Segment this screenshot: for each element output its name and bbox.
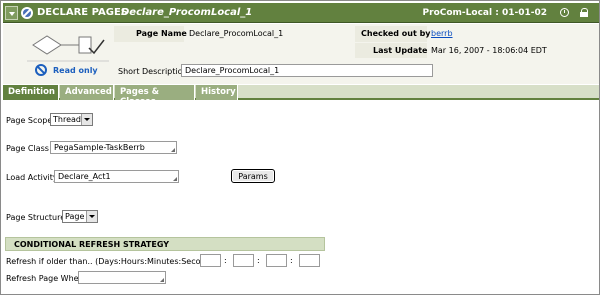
lock-icon[interactable] [580,8,589,17]
rule-header: Page Name Declare_ProcomLocal_1 Checked … [3,24,599,84]
declare-pages-icon [21,7,33,19]
rule-form-window: DECLARE PAGES Declare_ProcomLocal_1 ProC… [0,0,600,295]
refresh-seconds-input[interactable] [299,254,320,267]
page-scope-label: Page Scope [6,116,53,125]
short-description-label: Short Description [118,67,188,76]
time-separator: : [224,256,227,265]
page-class-input[interactable]: PegaSample-TaskBerrb [50,141,177,154]
params-button[interactable]: Params [231,169,275,183]
page-scope-select[interactable]: Thread [50,113,93,126]
last-update-label: Last Update [373,46,428,55]
refresh-minutes-input[interactable] [266,254,287,267]
rule-menu-dropdown-icon[interactable] [5,6,18,20]
load-activity-input[interactable]: Declare_Act1 [54,170,179,183]
page-class-label: Page Class [6,144,49,153]
page-name-value: Declare_ProcomLocal_1 [189,29,284,38]
refresh-older-than-label: Refresh if older than.. (Days:Hours:Minu… [6,257,218,266]
tab-advanced[interactable]: Advanced [60,85,114,100]
tab-definition[interactable]: Definition [3,85,59,100]
load-activity-label: Load Activity [6,173,58,182]
last-update-value: Mar 16, 2007 - 18:06:04 EDT [431,46,547,55]
ruleset-version: ProCom-Local : 01-01-02 [422,8,547,18]
checked-out-user-link[interactable]: berrb [431,29,453,38]
history-clock-icon[interactable] [560,8,569,17]
chevron-down-icon [81,114,92,125]
page-structure-select[interactable]: Page [62,210,98,223]
rule-name-title: Declare_ProcomLocal_1 [121,7,253,18]
short-description-input[interactable]: Declare_ProcomLocal_1 [181,64,433,77]
page-structure-label: Page Structure [6,213,66,222]
time-separator: : [257,256,260,265]
read-only-label: Read only [53,66,98,75]
time-separator: : [290,256,293,265]
refresh-page-when-label: Refresh Page When [6,274,84,283]
page-name-label: Page Name [136,29,187,38]
declare-pages-diagram-icon [27,28,109,62]
read-only-icon [35,64,47,76]
page-structure-value: Page [65,212,85,221]
rule-type-title: DECLARE PAGES [37,7,128,18]
refresh-days-input[interactable] [200,254,221,267]
title-bar: DECLARE PAGES Declare_ProcomLocal_1 ProC… [3,3,599,23]
tab-strip: Definition Advanced Pages & Classes Hist… [3,85,599,107]
page-scope-value: Thread [53,115,81,124]
chevron-down-icon [86,211,97,222]
conditional-refresh-section-header: CONDITIONAL REFRESH STRATEGY [5,237,325,251]
tab-pages-classes[interactable]: Pages & Classes [115,85,195,107]
tab-history[interactable]: History [196,85,238,100]
refresh-page-when-input[interactable] [78,271,166,284]
refresh-hours-input[interactable] [233,254,254,267]
checked-out-label: Checked out by [361,29,431,38]
